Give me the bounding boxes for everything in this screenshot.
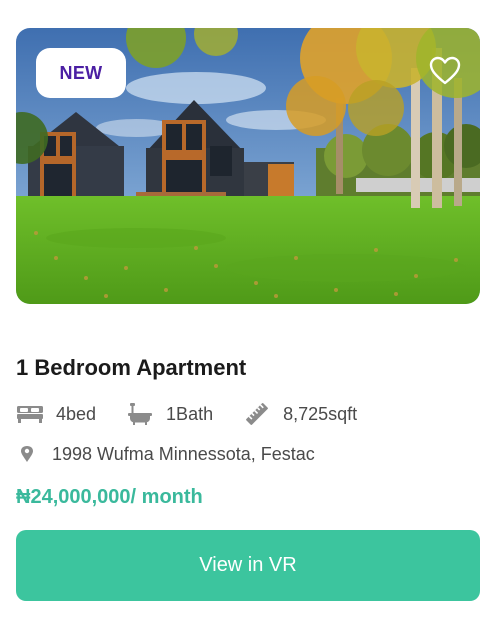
favorite-button[interactable]: [428, 54, 462, 88]
bathtub-icon: [126, 402, 154, 426]
location-pin-icon: [16, 445, 38, 463]
feature-bathrooms-label: 1Bath: [166, 403, 214, 424]
feature-area-label: 8,725sqft: [283, 403, 358, 424]
heart-outline-icon: [429, 56, 461, 85]
feature-bedrooms-label: 4bed: [56, 403, 97, 424]
property-photo[interactable]: NEW: [16, 28, 480, 304]
property-card[interactable]: NEW 1 Bedroom Apartment 4bed 1Bath 8,725…: [0, 0, 498, 632]
feature-bathrooms: 1Bath: [126, 402, 213, 426]
address-text: 1998 Wufma Minnessota, Festac: [52, 443, 315, 464]
feature-bedrooms: 4bed: [16, 402, 96, 426]
bed-icon: [16, 402, 44, 426]
price-text: ₦24,000,000/ month: [16, 486, 203, 508]
property-title: 1 Bedroom Apartment: [16, 355, 247, 380]
feature-area: 8,725sqft: [243, 402, 357, 426]
property-features: 4bed 1Bath 8,725sqft: [16, 401, 387, 427]
new-badge: NEW: [36, 48, 126, 98]
property-address: 1998 Wufma Minnessota, Festac: [16, 441, 315, 467]
ruler-icon: [243, 402, 271, 426]
view-in-vr-button[interactable]: View in VR: [16, 530, 480, 601]
